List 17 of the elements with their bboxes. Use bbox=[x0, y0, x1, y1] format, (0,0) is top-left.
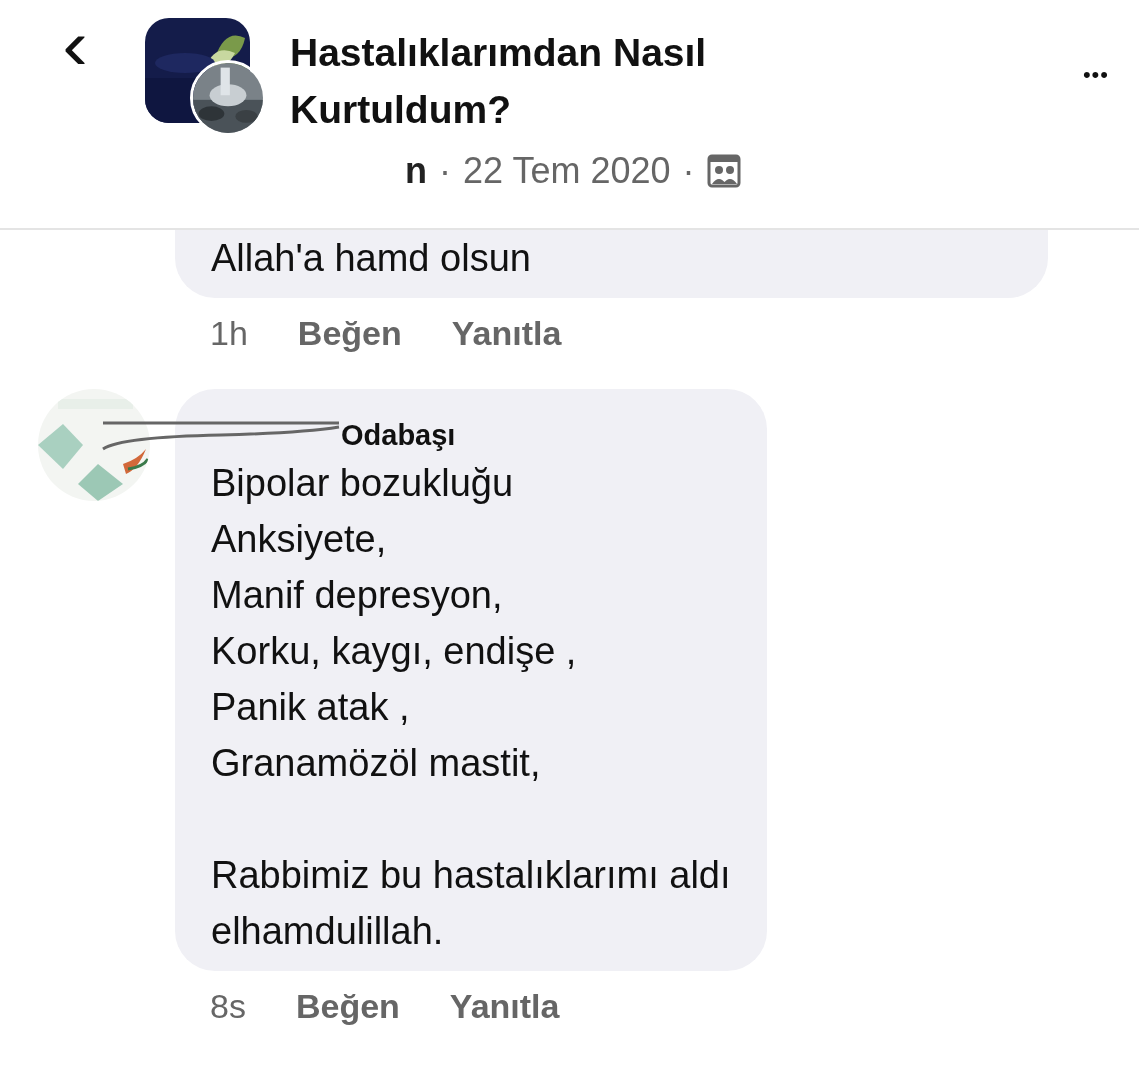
like-button[interactable]: Beğen bbox=[295, 981, 400, 1032]
reply-button[interactable]: Yanıtla bbox=[451, 308, 562, 359]
post-date: 22 Tem 2020 bbox=[463, 149, 671, 193]
group-icon bbox=[706, 154, 741, 188]
comment-text: Allah'a hamd olsun bbox=[211, 236, 532, 281]
separator: · bbox=[439, 149, 451, 193]
post-title: Hastalıklarımdan Nasıl Kurtuldum? bbox=[290, 30, 708, 133]
reply-button[interactable]: Yanıtla bbox=[449, 981, 560, 1032]
comment-text: Bipolar bozukluğu Anksiyete, Manif depresyon, Korku, kaygı, endişe , Panik atak , Granamözöl mastit, Rabbimiz bu hastalıklarımı aldı elhamdulillah. bbox=[211, 461, 731, 954]
back-button[interactable]: ‹ bbox=[47, 10, 103, 80]
comment-time: 1h bbox=[210, 313, 248, 354]
author-name: n bbox=[405, 149, 427, 193]
separator: · bbox=[682, 149, 695, 193]
comment-time: 8s bbox=[210, 986, 246, 1027]
like-button[interactable]: Beğen bbox=[297, 308, 402, 359]
commenter-name: Odabaşı bbox=[341, 418, 456, 453]
more-button[interactable]: ••• bbox=[1082, 58, 1109, 91]
